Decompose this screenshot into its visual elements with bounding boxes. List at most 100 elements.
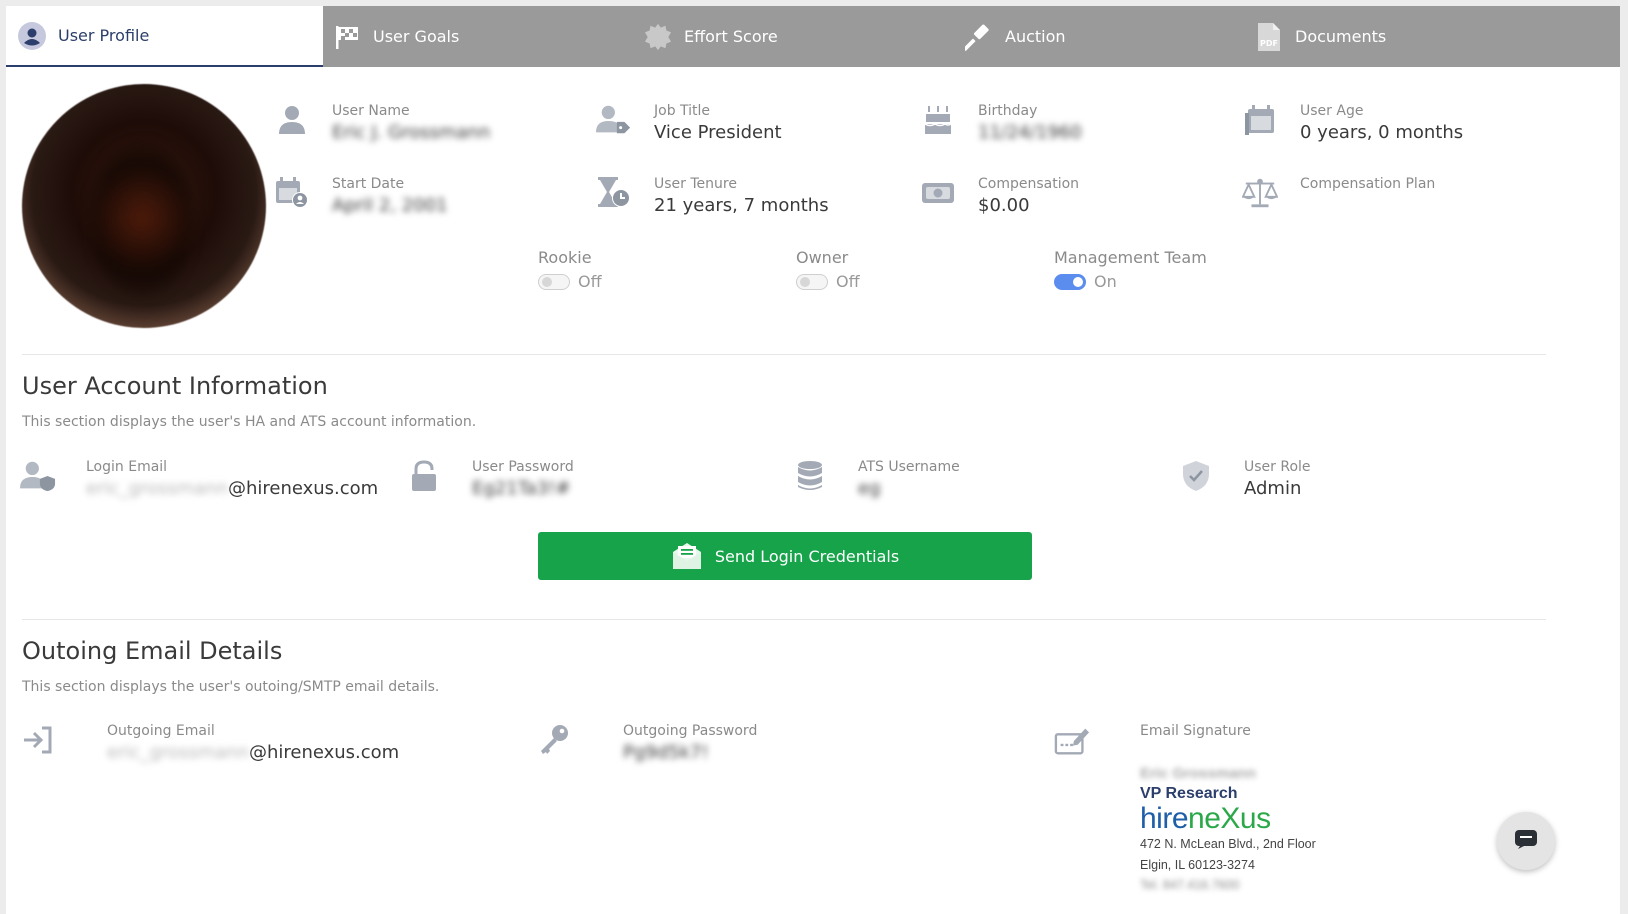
management-state: On [1094, 272, 1117, 291]
tab-label: User Profile [58, 26, 150, 45]
user-age-field: User Age 0 years, 0 months [1242, 102, 1463, 145]
compensation-plan-field: Compensation Plan [1242, 175, 1435, 211]
tab-auction[interactable]: Auction [965, 6, 1265, 67]
job-title-value: Vice President [654, 122, 782, 143]
money-bill-icon [920, 175, 956, 211]
lock-open-icon [406, 458, 442, 494]
field-label: User Tenure [654, 176, 737, 192]
field-label: Login Email [86, 459, 168, 475]
chat-icon [1514, 829, 1538, 853]
compensation-value: $0.00 [978, 195, 1030, 216]
database-icon [792, 458, 828, 494]
tab-bar: User Profile User Goals Effort Score Auc… [6, 6, 1620, 67]
job-title-field: Job Title Vice President [596, 102, 782, 145]
key-icon [536, 722, 572, 758]
field-label: Birthday [978, 103, 1038, 119]
tab-effort-score[interactable]: Effort Score [644, 6, 944, 67]
owner-toggle-group: Owner Off [796, 248, 860, 291]
email-signature: Eric Grossmann VP Research hireneXus 472… [1140, 764, 1440, 894]
user-role-field: User Role Admin [1178, 458, 1311, 501]
field-label: Email Signature [1140, 723, 1251, 739]
compensation-field: Compensation $0.00 [920, 175, 1079, 218]
tab-documents[interactable]: PDF Documents [1255, 6, 1555, 67]
sign-in-icon [20, 722, 56, 758]
calendar-icon [1242, 102, 1278, 138]
account-section-title: User Account Information [22, 372, 328, 400]
signature-name: Eric Grossmann [1140, 765, 1256, 782]
birthday-field: Birthday 11/24/1960 [920, 102, 1082, 145]
balance-scale-icon [1242, 175, 1278, 211]
signature-phone: Tel. 847.416.7600 [1140, 878, 1240, 892]
rookie-state: Off [578, 272, 602, 291]
field-label: User Age [1300, 103, 1364, 119]
outgoing-password-value: Pg9d5k7! [623, 742, 709, 763]
pdf-file-icon: PDF [1255, 22, 1283, 51]
rookie-toggle[interactable] [538, 273, 570, 290]
field-label: Compensation Plan [1300, 176, 1436, 192]
field-label: Outgoing Email [107, 723, 215, 739]
birthday-cake-icon [920, 102, 956, 138]
ats-username-value: eg [858, 478, 881, 499]
user-password-field: User Password Eg21Ta3!# [406, 458, 574, 501]
birthday-value: 11/24/1960 [978, 122, 1082, 143]
field-label: User Role [1244, 459, 1311, 475]
hirenexus-logo: hireneXus [1140, 802, 1271, 835]
outgoing-email-local-part: eric_grossmann [107, 742, 249, 763]
avatar [22, 84, 266, 328]
tab-user-profile[interactable]: User Profile [6, 6, 323, 67]
outgoing-email-field: Outgoing Email eric_grossmann@hirenexus.… [20, 722, 399, 765]
user-role-value: Admin [1244, 478, 1302, 499]
signature-edit-icon [1054, 722, 1090, 758]
gavel-icon [965, 23, 993, 51]
calendar-user-icon [274, 175, 310, 211]
flag-icon [333, 23, 361, 51]
outgoing-section-description: This section displays the user's outoing… [22, 679, 440, 695]
email-signature-field: Email Signature [1054, 722, 1251, 758]
user-age-value: 0 years, 0 months [1300, 122, 1464, 143]
user-password-value: Eg21Ta3!# [472, 478, 571, 499]
login-email-local-part: eric_grossmann [86, 478, 228, 499]
owner-state: Off [836, 272, 860, 291]
divider [22, 354, 1546, 355]
owner-toggle[interactable] [796, 273, 828, 290]
tab-user-goals[interactable]: User Goals [333, 6, 633, 67]
tab-label: User Goals [373, 27, 460, 46]
field-label: User Name [332, 103, 410, 119]
field-label: Start Date [332, 176, 405, 192]
field-label: User Password [472, 459, 574, 475]
envelope-open-icon [671, 541, 703, 571]
tab-label: Effort Score [684, 27, 778, 46]
start-date-value: April 2, 2001 [332, 195, 448, 216]
user-tag-icon [596, 102, 632, 138]
shield-check-icon [1178, 458, 1214, 494]
user-shield-icon [20, 458, 56, 494]
management-toggle-group: Management Team On [1054, 248, 1207, 291]
login-email-value: eric_grossmann@hirenexus.com [86, 477, 378, 501]
outgoing-section-title: Outoing Email Details [22, 637, 283, 665]
hourglass-clock-icon [596, 175, 632, 211]
management-label: Management Team [1054, 248, 1207, 267]
management-toggle[interactable] [1054, 273, 1086, 290]
user-icon [274, 102, 310, 138]
user-circle-icon [18, 21, 46, 50]
svg-text:PDF: PDF [1260, 39, 1278, 48]
rookie-toggle-group: Rookie Off [538, 248, 602, 291]
chat-button[interactable] [1497, 812, 1555, 870]
user-name-value: Eric J. Grossmann [332, 122, 491, 143]
login-email-domain: @hirenexus.com [227, 478, 379, 499]
field-label: ATS Username [858, 459, 960, 475]
field-label: Outgoing Password [623, 723, 758, 739]
user-profile-page: User Profile User Goals Effort Score Auc… [6, 6, 1620, 914]
signature-address-line1: 472 N. McLean Blvd., 2nd Floor [1140, 837, 1316, 851]
tab-label: Documents [1295, 27, 1387, 46]
user-tenure-field: User Tenure 21 years, 7 months [596, 175, 829, 218]
signature-title: VP Research [1140, 785, 1238, 802]
user-name-field: User Name Eric J. Grossmann [274, 102, 490, 145]
outgoing-email-value: eric_grossmann@hirenexus.com [107, 741, 399, 765]
send-login-credentials-button[interactable]: Send Login Credentials [538, 532, 1032, 580]
account-section-description: This section displays the user's HA and … [22, 414, 477, 430]
signature-address-line2: Elgin, IL 60123-3274 [1140, 858, 1255, 872]
badge-icon [644, 23, 672, 51]
rookie-label: Rookie [538, 248, 592, 267]
divider [22, 619, 1546, 620]
